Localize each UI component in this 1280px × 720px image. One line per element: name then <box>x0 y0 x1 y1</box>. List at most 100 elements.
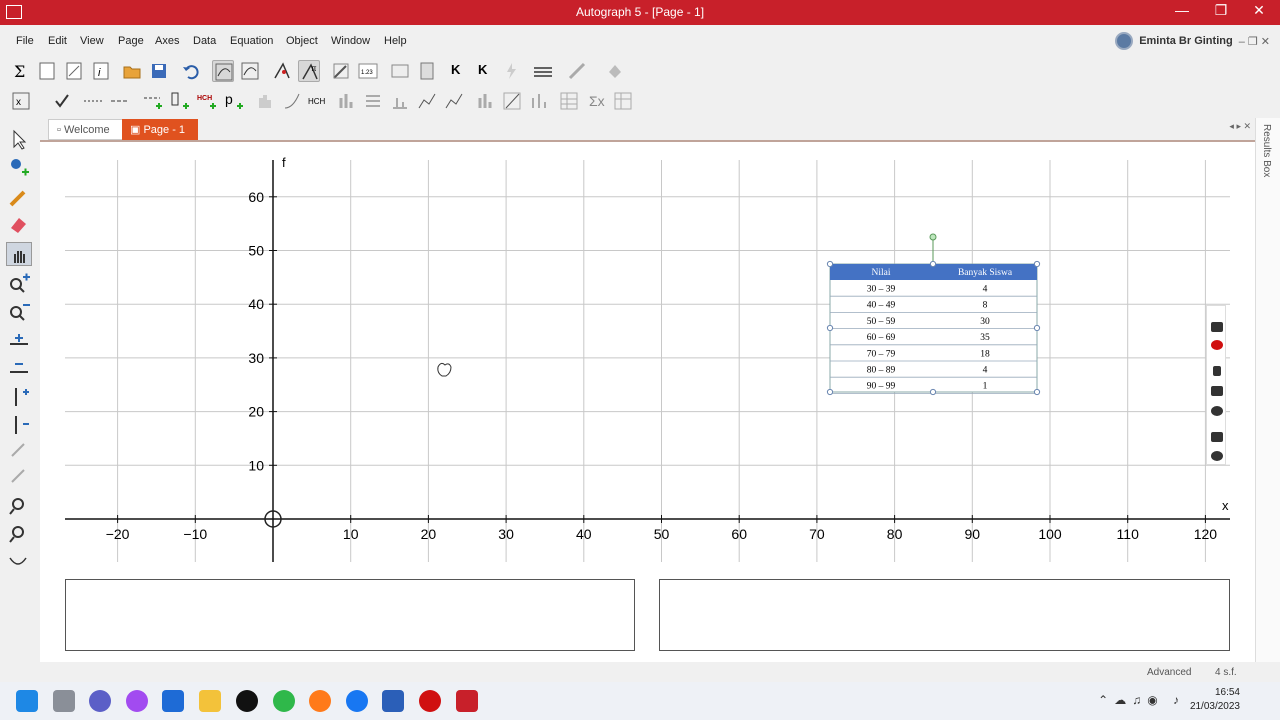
stretch-x-out-icon[interactable] <box>6 358 32 382</box>
calculator-icon[interactable] <box>416 60 438 82</box>
autograph-taskbar-icon[interactable] <box>456 690 478 712</box>
tab-page-1[interactable]: ▣ Page - 1 <box>122 119 198 140</box>
mail-icon[interactable] <box>162 690 184 712</box>
select-arrow-icon[interactable] <box>6 128 32 152</box>
scatter-icon[interactable] <box>528 90 550 112</box>
statistics-sum-icon[interactable]: Σx <box>585 90 607 112</box>
data-table-icon[interactable] <box>612 90 634 112</box>
lightning-icon[interactable] <box>500 60 522 82</box>
menu-help[interactable]: Help <box>384 35 407 47</box>
box-plot-icon[interactable]: HCH <box>308 90 330 112</box>
enter-grouped-data-icon[interactable]: HCH <box>196 90 218 112</box>
record-icon[interactable] <box>1211 340 1223 350</box>
stretch-y-out-icon[interactable] <box>6 412 32 436</box>
undo-icon[interactable] <box>180 60 202 82</box>
menu-axes[interactable]: Axes <box>155 35 179 47</box>
function-box-icon[interactable]: x <box>10 90 32 112</box>
radian-icon[interactable]: π <box>298 60 320 82</box>
user-account[interactable]: Eminta Br Ginting – ❐ ✕ <box>1115 32 1270 50</box>
rotate-handle[interactable] <box>929 233 937 241</box>
resize-handle[interactable] <box>826 324 834 332</box>
check-icon[interactable] <box>51 90 73 112</box>
resize-handle[interactable] <box>1033 260 1041 268</box>
graph-page[interactable]: −20 −10 10 20 30 40 50 60 70 80 90 100 110 120 10 20 30… <box>40 140 1255 662</box>
edit-axes-icon[interactable] <box>330 60 352 82</box>
zoom-box-out-icon[interactable] <box>6 522 32 546</box>
close-button[interactable]: ✕ <box>1244 2 1274 22</box>
text-box-right[interactable] <box>659 579 1230 651</box>
degree-icon[interactable] <box>271 60 293 82</box>
task-view-icon[interactable] <box>53 690 75 712</box>
menu-page[interactable]: Page <box>118 35 144 47</box>
facebook-icon[interactable] <box>346 690 368 712</box>
dotted-line-icon[interactable] <box>82 90 104 112</box>
tiktok-icon[interactable] <box>236 690 258 712</box>
stretch-x-in-icon[interactable] <box>6 330 32 354</box>
menu-data[interactable]: Data <box>193 35 216 47</box>
menu-edit[interactable]: Edit <box>48 35 67 47</box>
menu-file[interactable]: File <box>16 35 34 47</box>
menu-view[interactable]: View <box>80 35 104 47</box>
save-icon[interactable] <box>148 60 170 82</box>
system-tray[interactable]: ⌃☁♫◉ ♪ <box>1098 693 1185 707</box>
resize-handle[interactable] <box>929 388 937 396</box>
dot-plot-icon[interactable] <box>362 90 384 112</box>
resize-handle[interactable] <box>826 260 834 268</box>
restore-button[interactable]: ❐ <box>1206 2 1236 22</box>
line-color-icon[interactable] <box>566 60 588 82</box>
add-point-icon[interactable] <box>6 154 32 178</box>
shrink-in-icon[interactable] <box>6 438 32 462</box>
camera-icon[interactable] <box>1211 322 1223 332</box>
stretch-y-in-icon[interactable] <box>6 384 32 408</box>
speaker-icon[interactable] <box>1211 386 1223 396</box>
line-graph-icon[interactable] <box>443 90 465 112</box>
menu-window[interactable]: Window <box>331 35 370 47</box>
whatsapp-icon[interactable] <box>273 690 295 712</box>
cumulative-line-icon[interactable] <box>501 90 523 112</box>
mdi-controls[interactable]: – ❐ ✕ <box>1239 35 1270 48</box>
zoom-in-icon[interactable] <box>6 272 32 296</box>
enter-probability-icon[interactable]: p <box>223 90 245 112</box>
teams-chat-icon[interactable] <box>89 690 111 712</box>
enter-xy-data-icon[interactable] <box>142 90 164 112</box>
menu-object[interactable]: Object <box>286 35 318 47</box>
resize-handle[interactable] <box>929 260 937 268</box>
microphone-icon[interactable] <box>1213 366 1221 376</box>
file-explorer-icon[interactable] <box>199 690 221 712</box>
stem-leaf-icon[interactable] <box>389 90 411 112</box>
screen-icon[interactable] <box>1211 432 1223 442</box>
text-box-left[interactable] <box>65 579 635 651</box>
slow-plot-icon[interactable] <box>212 60 234 82</box>
table-view-icon[interactable] <box>558 90 580 112</box>
settings-gear-icon[interactable] <box>1211 451 1223 461</box>
windows-start-icon[interactable] <box>16 690 38 712</box>
line-style-icon[interactable] <box>532 60 554 82</box>
resize-handle[interactable] <box>1033 388 1041 396</box>
grid-view-icon[interactable] <box>239 60 261 82</box>
enter-raw-data-icon[interactable] <box>169 90 191 112</box>
sigma-icon[interactable]: Σ <box>10 60 32 82</box>
taskbar-clock[interactable]: 16:54 21/03/2023 <box>1190 686 1240 714</box>
cumulative-frequency-icon[interactable] <box>281 90 303 112</box>
frequency-polygon-icon[interactable] <box>416 90 438 112</box>
bar-chart-icon[interactable] <box>335 90 357 112</box>
firefox-icon[interactable] <box>309 690 331 712</box>
pencil-icon[interactable] <box>6 186 32 210</box>
resize-handle[interactable] <box>1033 324 1041 332</box>
hand-drag-icon[interactable] <box>6 242 32 266</box>
frequency-table[interactable]: Nilai Banyak Siswa 30 – 39 4 40 – 49 8 50 – … <box>826 233 1041 396</box>
number-format-icon[interactable]: 1.23 <box>357 60 379 82</box>
curve-tool-icon[interactable] <box>6 550 32 574</box>
messenger-icon[interactable] <box>126 690 148 712</box>
resize-handle[interactable] <box>826 388 834 396</box>
tab-welcome[interactable]: ▫ Welcome <box>48 119 126 140</box>
dashed-line-icon[interactable] <box>109 90 131 112</box>
new-page-icon[interactable] <box>36 60 58 82</box>
open-folder-icon[interactable] <box>121 60 143 82</box>
recorder-app-icon[interactable] <box>419 690 441 712</box>
text-box-icon[interactable] <box>389 60 411 82</box>
new-text-page-icon[interactable]: i <box>90 60 112 82</box>
new-2d-page-icon[interactable] <box>63 60 85 82</box>
menu-equation[interactable]: Equation <box>230 35 273 47</box>
webcam-icon[interactable] <box>1211 406 1223 416</box>
